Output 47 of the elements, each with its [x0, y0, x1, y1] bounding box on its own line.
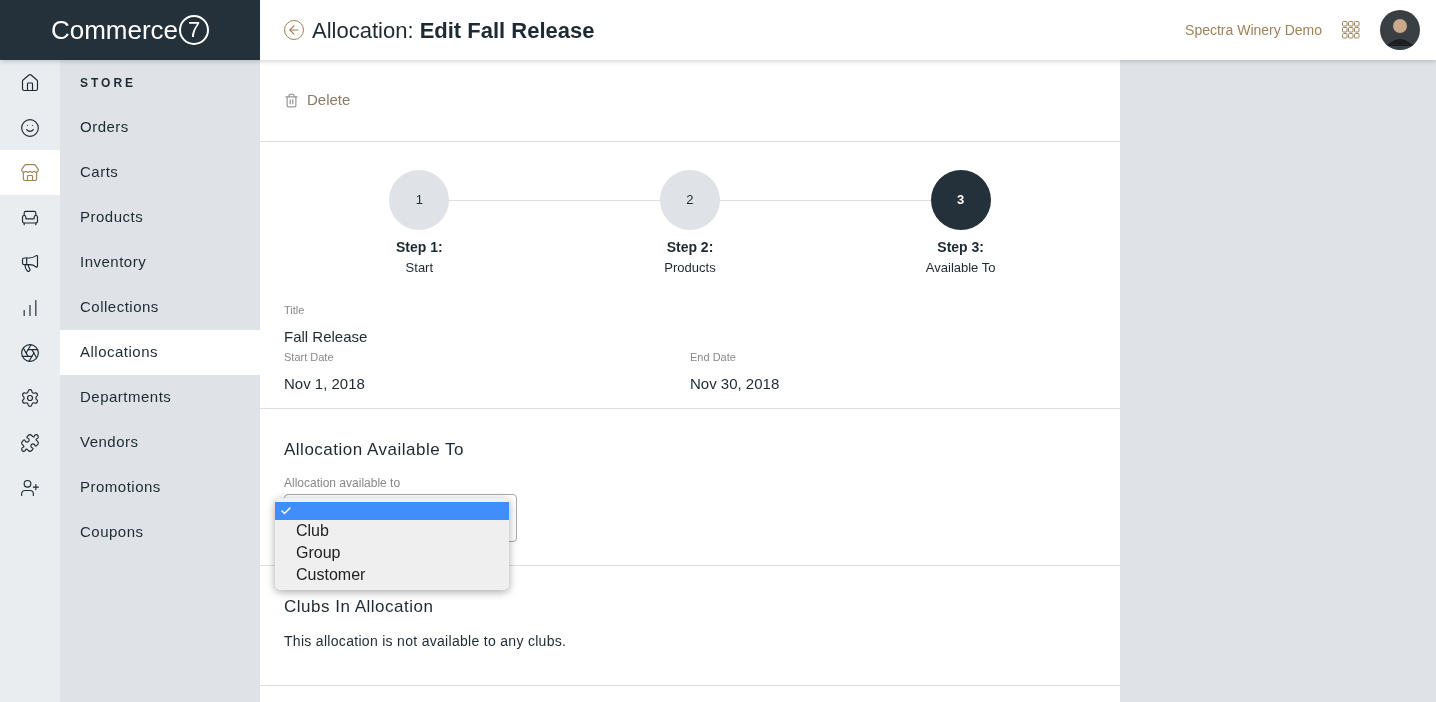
- menu-item[interactable]: Coupons: [60, 510, 260, 555]
- step-sublabel: Start: [405, 259, 434, 277]
- home-icon: [20, 72, 40, 93]
- field-label: Title: [284, 302, 306, 318]
- aperture-icon: [20, 342, 40, 363]
- dropdown-option[interactable]: Group: [275, 541, 509, 564]
- dropdown-option[interactable]: Customer: [275, 563, 509, 586]
- menu-item[interactable]: Vendors: [60, 420, 260, 465]
- step-sublabel: Available To: [925, 259, 996, 277]
- field-value: Nov 1, 2018: [284, 374, 366, 394]
- user-plus-icon: [20, 477, 40, 498]
- field-value: Fall Release: [284, 327, 369, 347]
- field-label: Start Date: [284, 349, 335, 365]
- step-label: Step 3:: [937, 238, 984, 257]
- delete-button[interactable]: Delete: [284, 89, 351, 112]
- step-label: Step 1:: [396, 238, 443, 257]
- menu-item[interactable]: Departments: [60, 375, 260, 420]
- field-label: Allocation available to: [284, 475, 402, 492]
- trash-icon: [284, 93, 299, 108]
- field-value: Nov 30, 2018: [690, 374, 781, 394]
- empty-message: This allocation is not available to any clubs.: [284, 632, 568, 651]
- menu-item[interactable]: Collections: [60, 285, 260, 330]
- avatar[interactable]: [1380, 10, 1420, 50]
- dropdown-option[interactable]: [275, 501, 509, 520]
- menu-heading: STORE: [80, 74, 137, 92]
- puzzle-icon: [20, 432, 40, 453]
- dropdown-option[interactable]: Club: [275, 519, 509, 542]
- menu-item[interactable]: Products: [60, 195, 260, 240]
- step-label: Step 2:: [666, 238, 714, 257]
- app-grid-icon[interactable]: [1342, 21, 1360, 39]
- menu-item[interactable]: Carts: [60, 150, 260, 195]
- menu-item[interactable]: Orders: [60, 105, 260, 150]
- megaphone-icon: [20, 252, 40, 273]
- account-name[interactable]: Spectra Winery Demo: [1185, 20, 1322, 40]
- section-heading: Clubs In Allocation: [284, 595, 435, 618]
- store-icon: [20, 162, 40, 183]
- step-sublabel: Products: [664, 259, 716, 277]
- page-title: Allocation: Edit Fall Release: [312, 16, 595, 45]
- settings-icon: [20, 387, 40, 408]
- smiley-icon: [20, 117, 40, 138]
- menu-item[interactable]: Inventory: [60, 240, 260, 285]
- menu-item[interactable]: Allocations: [60, 330, 260, 375]
- logo: Commerce 7: [0, 0, 260, 60]
- field-label: End Date: [690, 349, 737, 365]
- checkmark-icon: [280, 504, 292, 517]
- section-heading: Allocation Available To: [284, 438, 466, 461]
- menu-item[interactable]: Promotions: [60, 465, 260, 510]
